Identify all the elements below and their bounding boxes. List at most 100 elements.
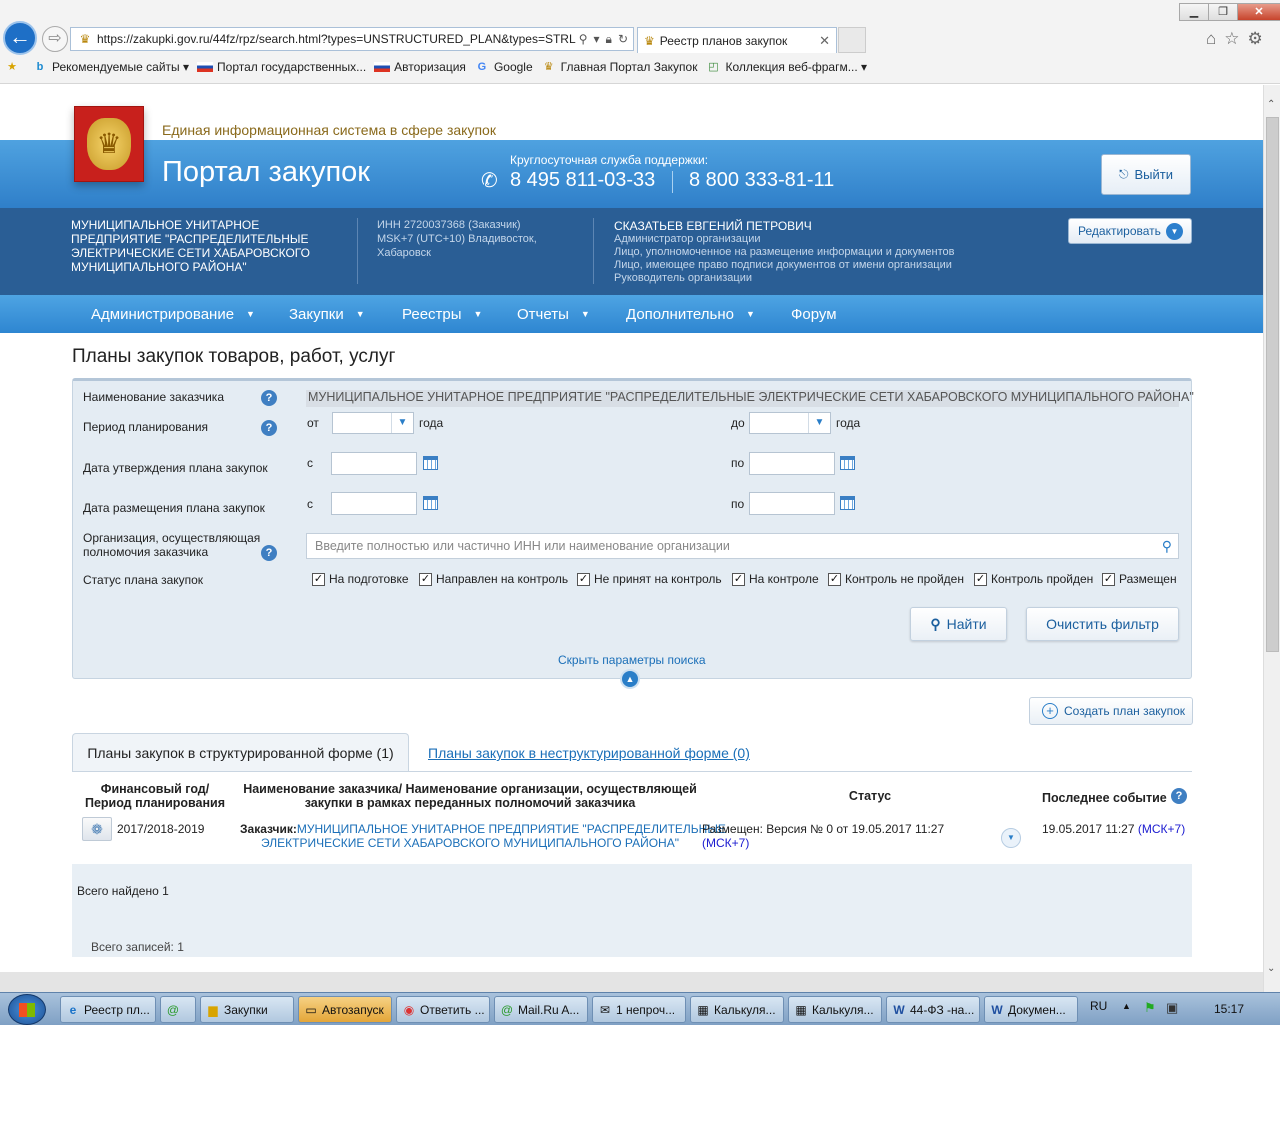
nav-registries[interactable]: Реестры ▼: [402, 306, 482, 323]
status-checkbox-placed[interactable]: ✓ Размещен: [1102, 572, 1177, 586]
address-url[interactable]: https://zakupki.gov.ru/44fz/rpz/search.h…: [95, 32, 579, 46]
status-checkbox-control-passed[interactable]: ✓ Контроль пройден: [974, 572, 1093, 586]
caret-down-icon: ▼: [580, 309, 590, 319]
taskbar-item-agent[interactable]: @: [160, 996, 196, 1023]
taskbar-item-word-2[interactable]: W Докумен...: [984, 996, 1078, 1023]
refresh-icon[interactable]: ↻: [618, 32, 628, 47]
taskbar-item-mail[interactable]: ✉ 1 непроч...: [592, 996, 686, 1023]
maximize-button[interactable]: ❐: [1208, 3, 1238, 21]
taskbar-item-calc-2[interactable]: ▦ Калькуля...: [788, 996, 882, 1023]
nav-additional[interactable]: Дополнительно ▼: [626, 306, 755, 323]
forward-button[interactable]: ⇨: [42, 26, 68, 52]
clock[interactable]: 15:17: [1214, 1002, 1244, 1016]
status-checkbox-sent-to-control[interactable]: ✓ Направлен на контроль: [419, 572, 568, 586]
placement-date-from-input[interactable]: [331, 492, 417, 515]
tray-expand-icon[interactable]: ▲: [1122, 1001, 1131, 1011]
portal-title[interactable]: Портал закупок: [162, 156, 370, 189]
search-icon[interactable]: ⚲: [579, 32, 588, 47]
plan-document-icon[interactable]: ❁: [82, 817, 112, 841]
event-timezone: (МСК+7): [1137, 822, 1186, 836]
approval-date-to-input[interactable]: [749, 452, 835, 475]
russian-flag-icon: [197, 62, 214, 72]
address-bar[interactable]: ♛ https://zakupki.gov.ru/44fz/rpz/search…: [70, 27, 634, 51]
status-checkbox-on-control[interactable]: ✓ На контроле: [732, 572, 819, 586]
minimize-button[interactable]: ▁: [1179, 3, 1209, 21]
clear-filter-button[interactable]: Очистить фильтр: [1026, 607, 1179, 641]
help-icon[interactable]: ?: [261, 390, 277, 406]
calendar-icon[interactable]: [423, 456, 438, 470]
scroll-up-icon[interactable]: ⌃: [1267, 99, 1275, 110]
taskbar-item-autorun[interactable]: ▭ Автозапуск: [298, 996, 392, 1023]
period-from-select[interactable]: ▼: [332, 412, 414, 434]
logout-button[interactable]: ⎋ Выйти: [1101, 154, 1191, 195]
edit-button[interactable]: Редактировать ▼: [1068, 218, 1192, 244]
monitor-icon[interactable]: ▣: [1166, 1000, 1178, 1016]
dropdown-icon[interactable]: ▾: [594, 32, 600, 47]
help-icon[interactable]: ?: [261, 545, 277, 561]
taskbar-item-word-1[interactable]: W 44-ФЗ -на...: [886, 996, 980, 1023]
logout-icon: ⎋: [1119, 167, 1129, 181]
coat-of-arms-logo[interactable]: ♛: [74, 106, 144, 182]
tab-structured-plans[interactable]: Планы закупок в структурированной форме …: [72, 733, 409, 771]
create-plan-button[interactable]: + Создать план закупок: [1029, 697, 1193, 725]
status-checkbox-preparing[interactable]: ✓ На подготовке: [312, 572, 409, 586]
vertical-scrollbar[interactable]: ⌃ ⌄: [1263, 85, 1280, 992]
scrollbar-thumb[interactable]: [1266, 117, 1279, 652]
search-button[interactable]: ⚲ Найти: [910, 607, 1007, 641]
period-to-select[interactable]: ▼: [749, 412, 831, 434]
nav-purchases[interactable]: Закупки ▼: [289, 306, 365, 323]
taskbar-item-chrome[interactable]: ◉ Ответить ...: [396, 996, 490, 1023]
chevron-up-icon[interactable]: ▲: [620, 669, 640, 689]
plus-icon: +: [1042, 703, 1058, 719]
help-icon[interactable]: ?: [261, 420, 277, 436]
hide-search-params-link[interactable]: Скрыть параметры поиска: [558, 653, 706, 667]
taskbar-item-ie[interactable]: e Реестр пл...: [60, 996, 156, 1023]
customer-link[interactable]: ЭЛЕКТРИЧЕСКИЕ СЕТИ ХАБАРОВСКОГО МУНИЦИПА…: [261, 836, 679, 850]
home-icon[interactable]: ⌂: [1206, 29, 1216, 49]
favorite-item-webslices[interactable]: ◰ Коллекция веб-фрагм... ▾: [705, 60, 867, 74]
favorite-item-google[interactable]: G Google: [474, 60, 533, 74]
settings-gear-icon[interactable]: ⚙: [1248, 29, 1263, 49]
back-button[interactable]: ←: [3, 21, 37, 55]
favorites-star-icon[interactable]: ☆: [1224, 29, 1239, 49]
customer-link[interactable]: МУНИЦИПАЛЬНОЕ УНИТАРНОЕ ПРЕДПРИЯТИЕ "РАС…: [297, 822, 726, 836]
favorite-item-zakupki[interactable]: ♛ Главная Портал Закупок: [541, 60, 698, 74]
placement-date-to-input[interactable]: [749, 492, 835, 515]
new-tab-button[interactable]: [838, 27, 866, 53]
add-favorite-icon[interactable]: ★: [4, 60, 24, 74]
row-actions-dropdown[interactable]: ▼: [1001, 828, 1021, 848]
status-checkbox-not-accepted[interactable]: ✓ Не принят на контроль: [577, 572, 722, 586]
scroll-down-icon[interactable]: ⌄: [1267, 963, 1275, 974]
support-label: Круглосуточная служба поддержки:: [510, 153, 709, 167]
tab-unstructured-plans[interactable]: Планы закупок в неструктурированной форм…: [428, 745, 750, 761]
taskbar-item-folder[interactable]: ▆ Закупки: [200, 996, 294, 1023]
taskbar-item-mailru[interactable]: @ Mail.Ru A...: [494, 996, 588, 1023]
nav-forum[interactable]: Форум: [791, 306, 837, 323]
status-checkbox-control-failed[interactable]: ✓ Контроль не пройден: [828, 572, 964, 586]
ie-icon: e: [69, 1002, 77, 1017]
language-indicator[interactable]: RU: [1090, 999, 1107, 1013]
calendar-icon[interactable]: [840, 496, 855, 510]
row-last-event: 19.05.2017 11:27 (МСК+7): [1042, 822, 1185, 836]
close-window-button[interactable]: ✕: [1237, 3, 1280, 21]
row-year: 2017/2018-2019: [117, 822, 205, 836]
tab-close-icon[interactable]: ✕: [819, 33, 830, 49]
favorite-item-gosuslugi[interactable]: Портал государственных...: [197, 60, 366, 74]
page-content: Единая информационная система в сфере за…: [0, 85, 1263, 992]
org-search-input[interactable]: Введите полностью или частично ИНН или н…: [306, 533, 1179, 559]
nav-administration[interactable]: Администрирование ▼: [91, 306, 255, 323]
favorite-item-auth[interactable]: Авторизация: [374, 60, 466, 74]
date-to-label: по: [731, 456, 745, 470]
network-icon[interactable]: ⚑: [1144, 1000, 1156, 1016]
calendar-icon[interactable]: [423, 496, 438, 510]
favorite-item-recommended[interactable]: b Рекомендуемые сайты ▾: [32, 60, 189, 74]
browser-tab[interactable]: ♛ Реестр планов закупок ✕: [637, 27, 837, 53]
nav-reports[interactable]: Отчеты ▼: [517, 306, 590, 323]
start-button[interactable]: [8, 994, 46, 1025]
help-icon[interactable]: ?: [1171, 788, 1187, 804]
calendar-icon[interactable]: [840, 456, 855, 470]
taskbar-item-calc-1[interactable]: ▦ Калькуля...: [690, 996, 784, 1023]
approval-date-from-input[interactable]: [331, 452, 417, 475]
search-icon[interactable]: ⚲: [1162, 534, 1172, 558]
lock-icon[interactable]: 🔒︎: [606, 32, 612, 47]
